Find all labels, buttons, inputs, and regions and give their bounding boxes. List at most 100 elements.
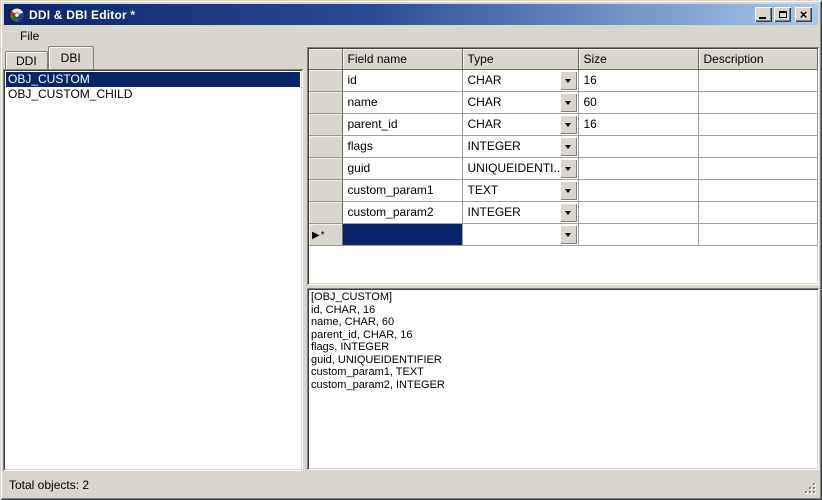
cell-type[interactable]	[462, 223, 579, 246]
maximize-icon	[778, 11, 787, 18]
maximize-button[interactable]	[774, 7, 791, 22]
app-window: DDI & DBI Editor * × File DDI DBI OBJ_CU…	[0, 0, 822, 500]
col-header-description[interactable]: Description	[698, 49, 818, 70]
type-value: CHAR	[467, 95, 502, 109]
cell-size[interactable]	[578, 201, 699, 224]
resize-grip[interactable]	[804, 482, 817, 495]
type-value: INTEGER	[467, 205, 521, 219]
type-value: CHAR	[467, 117, 502, 131]
row-header[interactable]	[309, 91, 343, 114]
cell-size[interactable]: 16	[578, 69, 699, 92]
preview-line: parent_id, CHAR, 16	[311, 328, 413, 341]
cell-field-name[interactable]: name	[342, 91, 463, 114]
type-value: UNIQUEIDENTI...	[467, 161, 564, 175]
type-value: CHAR	[467, 73, 502, 87]
cell-type[interactable]: UNIQUEIDENTI...	[462, 157, 579, 180]
status-bar: Total objects: 2	[3, 473, 819, 497]
object-list[interactable]: OBJ_CUSTOM OBJ_CUSTOM_CHILD	[3, 69, 303, 471]
tab-ddi[interactable]: DDI	[5, 51, 48, 69]
cell-size[interactable]	[578, 135, 699, 158]
type-dropdown-button[interactable]	[559, 202, 577, 222]
type-dropdown-button[interactable]	[559, 180, 577, 200]
cell-type[interactable]: INTEGER	[462, 201, 579, 224]
cell-size[interactable]	[578, 223, 699, 246]
grid-new-row: ▶*	[309, 223, 818, 246]
cell-type[interactable]: CHAR	[462, 91, 579, 114]
type-dropdown-button[interactable]	[559, 224, 577, 244]
list-item-obj-custom-child[interactable]: OBJ_CUSTOM_CHILD	[6, 87, 300, 102]
cell-size[interactable]: 60	[578, 91, 699, 114]
row-header[interactable]	[309, 135, 343, 158]
row-header[interactable]	[309, 69, 343, 92]
row-header[interactable]	[309, 113, 343, 136]
cell-type[interactable]: TEXT	[462, 179, 579, 202]
fields-grid: Field name Type Size Description id CHAR…	[307, 47, 819, 285]
preview-line: custom_param1, TEXT	[311, 366, 424, 378]
row-header[interactable]	[309, 179, 343, 202]
cell-type[interactable]: CHAR	[462, 113, 579, 136]
type-value: TEXT	[467, 183, 499, 197]
row-header[interactable]	[309, 157, 343, 180]
window-controls: ×	[755, 7, 812, 22]
cell-field-name[interactable]: parent_id	[342, 113, 463, 136]
cell-size[interactable]	[578, 179, 699, 202]
tab-dbi[interactable]: DBI	[47, 46, 94, 69]
type-dropdown-button[interactable]	[559, 114, 577, 134]
cell-description[interactable]	[698, 223, 818, 246]
type-dropdown-button[interactable]	[559, 70, 577, 90]
close-button[interactable]: ×	[795, 7, 812, 22]
menu-bar: File	[4, 26, 818, 45]
cell-type[interactable]: INTEGER	[462, 135, 579, 158]
table-row: flags INTEGER	[309, 135, 818, 158]
grid-corner-cell[interactable]	[309, 49, 343, 70]
cell-type[interactable]: CHAR	[462, 69, 579, 92]
table-row: parent_id CHAR 16	[309, 113, 818, 136]
ddl-preview-textbox[interactable]: [OBJ_CUSTOM] id, CHAR, 16 name, CHAR, 60…	[307, 288, 819, 470]
cell-field-name[interactable]: guid	[342, 157, 463, 180]
type-value: INTEGER	[467, 139, 521, 153]
tab-strip: DDI DBI	[5, 46, 94, 69]
col-header-field-name[interactable]: Field name	[342, 49, 463, 70]
cell-description[interactable]	[698, 69, 818, 92]
cell-description[interactable]	[698, 201, 818, 224]
cell-field-name[interactable]: custom_param1	[342, 179, 463, 202]
cell-field-name[interactable]: flags	[342, 135, 463, 158]
col-header-type[interactable]: Type	[462, 49, 579, 70]
fields-grid-table: Field name Type Size Description id CHAR…	[309, 49, 818, 246]
type-dropdown-button[interactable]	[559, 92, 577, 112]
cell-description[interactable]	[698, 135, 818, 158]
cell-description[interactable]	[698, 179, 818, 202]
cell-field-name[interactable]: id	[342, 69, 463, 92]
app-icon[interactable]	[9, 7, 25, 23]
titlebar[interactable]: DDI & DBI Editor * ×	[4, 4, 818, 25]
preview-line: flags, INTEGER	[311, 341, 390, 353]
type-dropdown-button[interactable]	[559, 158, 577, 178]
minimize-button[interactable]	[755, 7, 772, 22]
cell-size[interactable]	[578, 157, 699, 180]
preview-line: guid, UNIQUEIDENTIFIER	[311, 353, 442, 366]
preview-line: [OBJ_CUSTOM]	[311, 291, 393, 303]
table-row: custom_param1 TEXT	[309, 179, 818, 202]
cell-description[interactable]	[698, 113, 818, 136]
table-row: custom_param2 INTEGER	[309, 201, 818, 224]
cell-field-name-selected[interactable]	[342, 223, 463, 246]
window-title: DDI & DBI Editor *	[29, 7, 136, 22]
col-header-size[interactable]: Size	[578, 49, 699, 70]
cell-field-name[interactable]: custom_param2	[342, 201, 463, 224]
new-row-header[interactable]: ▶*	[309, 223, 343, 246]
status-text: Total objects: 2	[9, 478, 90, 492]
close-icon: ×	[799, 6, 808, 22]
preview-line: name, CHAR, 60	[311, 316, 395, 328]
list-item-obj-custom[interactable]: OBJ_CUSTOM	[6, 72, 300, 87]
menu-file[interactable]: File	[13, 27, 46, 45]
minimize-icon	[759, 17, 766, 19]
row-header[interactable]	[309, 201, 343, 224]
type-dropdown-button[interactable]	[559, 136, 577, 156]
new-row-marker-icon: ▶*	[312, 230, 326, 241]
table-row: id CHAR 16	[309, 69, 818, 92]
cell-description[interactable]	[698, 91, 818, 114]
preview-line: id, CHAR, 16	[311, 303, 376, 316]
cell-description[interactable]	[698, 157, 818, 180]
cell-size[interactable]: 16	[578, 113, 699, 136]
grid-header-row: Field name Type Size Description	[309, 49, 818, 70]
